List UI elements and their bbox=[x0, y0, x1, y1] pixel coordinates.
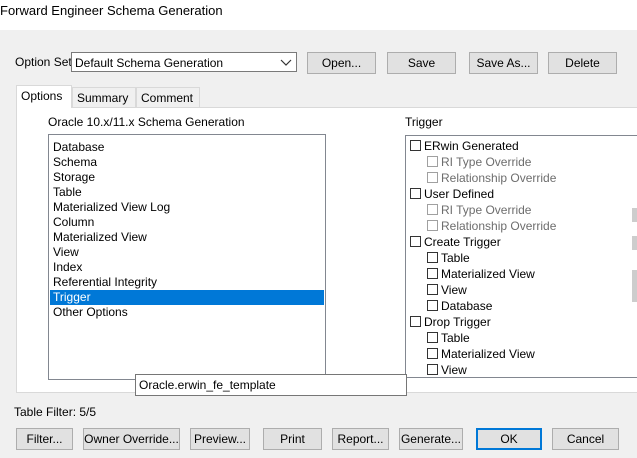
save-as-button[interactable]: Save As... bbox=[469, 52, 538, 74]
list-item[interactable]: Storage bbox=[50, 170, 324, 185]
title-bar: Forward Engineer Schema Generation bbox=[0, 0, 637, 30]
checkbox[interactable] bbox=[427, 332, 438, 344]
checkbox[interactable] bbox=[427, 284, 438, 296]
cancel-button[interactable]: Cancel bbox=[552, 428, 619, 450]
checkbox[interactable] bbox=[410, 236, 421, 248]
generate-button[interactable]: Generate... bbox=[399, 428, 463, 450]
tree-node-relationship-override: Relationship Override bbox=[427, 170, 556, 186]
option-set-label: Option Set: bbox=[15, 55, 76, 69]
tree-node-drop-trigger[interactable]: Drop Trigger bbox=[410, 314, 491, 330]
report-button[interactable]: Report... bbox=[332, 428, 389, 450]
list-item-selected[interactable]: Trigger bbox=[50, 290, 324, 305]
checkbox bbox=[427, 156, 438, 168]
tab-options[interactable]: Options bbox=[16, 85, 72, 108]
checkbox bbox=[427, 220, 438, 232]
ok-button[interactable]: OK bbox=[476, 428, 542, 450]
checkbox[interactable] bbox=[410, 316, 421, 328]
preview-button[interactable]: Preview... bbox=[190, 428, 250, 450]
tree-node-create-trigger[interactable]: Create Trigger bbox=[410, 234, 501, 250]
scrollbar-fragment bbox=[632, 208, 637, 222]
chevron-down-icon[interactable] bbox=[278, 54, 294, 70]
tree-node-view[interactable]: View bbox=[427, 282, 467, 298]
list-item[interactable]: Materialized View bbox=[50, 230, 324, 245]
tab-comment[interactable]: Comment bbox=[136, 87, 200, 107]
list-item[interactable]: Referential Integrity bbox=[50, 275, 324, 290]
owner-override-button[interactable]: Owner Override... bbox=[83, 428, 180, 450]
list-item[interactable]: Other Options bbox=[50, 305, 324, 320]
save-button[interactable]: Save bbox=[387, 52, 456, 74]
checkbox[interactable] bbox=[410, 140, 421, 152]
checkbox[interactable] bbox=[427, 348, 438, 360]
option-set-dropdown[interactable]: Default Schema Generation bbox=[71, 52, 297, 72]
list-item[interactable]: Materialized View Log bbox=[50, 200, 324, 215]
tree-node-erwin-generated[interactable]: ERwin Generated bbox=[410, 138, 519, 154]
delete-button[interactable]: Delete bbox=[548, 52, 617, 74]
tooltip: Oracle.erwin_fe_template bbox=[135, 374, 407, 396]
tree-node-materialized-view[interactable]: Materialized View bbox=[427, 346, 535, 362]
scrollbar-fragment bbox=[632, 270, 637, 302]
table-filter-status: Table Filter: 5/5 bbox=[14, 405, 97, 419]
list-item[interactable]: Database bbox=[50, 140, 324, 155]
open-button[interactable]: Open... bbox=[307, 52, 376, 74]
tree-node-ri-type-override: RI Type Override bbox=[427, 154, 531, 170]
schema-heading: Oracle 10.x/11.x Schema Generation bbox=[48, 115, 245, 129]
list-item[interactable]: Column bbox=[50, 215, 324, 230]
tree-node-ri-type-override: RI Type Override bbox=[427, 202, 531, 218]
checkbox[interactable] bbox=[427, 364, 438, 376]
tree-node-database[interactable]: Database bbox=[427, 298, 492, 314]
trigger-heading: Trigger bbox=[405, 115, 443, 129]
checkbox[interactable] bbox=[427, 268, 438, 280]
checkbox[interactable] bbox=[427, 300, 438, 312]
list-item[interactable]: Index bbox=[50, 260, 324, 275]
tree-node-relationship-override: Relationship Override bbox=[427, 218, 556, 234]
list-item[interactable]: View bbox=[50, 245, 324, 260]
window-title: Forward Engineer Schema Generation bbox=[0, 3, 223, 18]
trigger-tree[interactable]: ERwin Generated RI Type Override Relatio… bbox=[405, 135, 637, 378]
tree-node-materialized-view[interactable]: Materialized View bbox=[427, 266, 535, 282]
checkbox bbox=[427, 172, 438, 184]
checkbox[interactable] bbox=[427, 252, 438, 264]
print-button[interactable]: Print bbox=[263, 428, 322, 450]
schema-generation-list[interactable]: Database Schema Storage Table Materializ… bbox=[48, 134, 326, 380]
option-set-value: Default Schema Generation bbox=[75, 56, 224, 70]
tree-node-user-defined[interactable]: User Defined bbox=[410, 186, 494, 202]
tree-node-table[interactable]: Table bbox=[427, 250, 470, 266]
filter-button[interactable]: Filter... bbox=[16, 428, 73, 450]
tree-node-table[interactable]: Table bbox=[427, 330, 470, 346]
tree-node-view[interactable]: View bbox=[427, 362, 467, 378]
list-item[interactable]: Table bbox=[50, 185, 324, 200]
dialog-client: Option Set: Default Schema Generation Op… bbox=[0, 30, 637, 458]
tab-summary[interactable]: Summary bbox=[72, 87, 136, 107]
scrollbar-fragment bbox=[632, 236, 637, 250]
checkbox[interactable] bbox=[410, 188, 421, 200]
list-item[interactable]: Schema bbox=[50, 155, 324, 170]
checkbox bbox=[427, 204, 438, 216]
